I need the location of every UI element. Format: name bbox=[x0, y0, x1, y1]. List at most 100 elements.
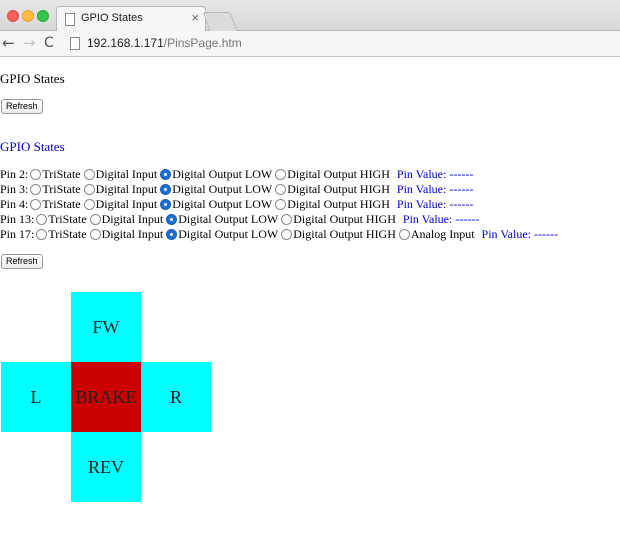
refresh-button-bottom[interactable]: Refresh bbox=[1, 254, 43, 269]
pin-mode-option[interactable]: Digital Input bbox=[89, 227, 164, 242]
pin-mode-option[interactable]: Digital Input bbox=[83, 167, 158, 182]
back-arrow-icon[interactable]: ← bbox=[2, 33, 15, 53]
pin-mode-option[interactable]: Digital Output HIGH bbox=[281, 227, 396, 242]
brake-label: BRAKE bbox=[75, 386, 137, 407]
radio-unchecked[interactable] bbox=[36, 214, 48, 225]
pin-mode-label: Digital Output LOW bbox=[172, 182, 273, 196]
left-button[interactable]: L bbox=[1, 362, 71, 432]
refresh-button-top[interactable]: Refresh bbox=[1, 99, 43, 114]
reverse-label: REV bbox=[88, 456, 124, 477]
radio-unchecked[interactable] bbox=[36, 229, 48, 240]
pin-mode-option[interactable]: Digital Input bbox=[83, 197, 158, 212]
page-icon bbox=[65, 13, 75, 26]
tab-title: GPIO States bbox=[81, 12, 143, 24]
pin-mode-option[interactable]: Digital Output HIGH bbox=[275, 167, 390, 182]
pin-mode-label: TriState bbox=[42, 167, 81, 181]
pin-mode-label: Digital Output HIGH bbox=[287, 197, 390, 211]
pin-mode-label: Digital Input bbox=[95, 197, 158, 211]
pin-mode-option[interactable]: TriState bbox=[30, 182, 81, 197]
pin-mode-option[interactable]: Digital Input bbox=[89, 212, 163, 227]
pin-mode-option[interactable]: Digital Output LOW bbox=[160, 182, 272, 197]
pin-mode-option[interactable]: TriState bbox=[36, 227, 87, 242]
pin-label: Pin 4: bbox=[0, 197, 29, 211]
browser-chrome: GPIO States × ← → C 192.168.1.171/PinsPa… bbox=[0, 0, 620, 57]
address-page-icon bbox=[70, 37, 80, 50]
pin-mode-label: Digital Output HIGH bbox=[293, 212, 396, 226]
url-host: 192.168.1.171 bbox=[87, 36, 164, 50]
pin-mode-label: TriState bbox=[42, 197, 81, 211]
radio-unchecked[interactable] bbox=[30, 184, 42, 195]
reverse-button[interactable]: REV bbox=[71, 432, 141, 502]
pin-mode-label: TriState bbox=[48, 227, 87, 241]
tab-close-icon[interactable]: × bbox=[191, 10, 199, 25]
pin-row: Pin 2: TriState Digital Input Digital Outpu… bbox=[0, 167, 473, 182]
address-bar[interactable]: 192.168.1.171/PinsPage.htm bbox=[87, 35, 242, 51]
pin-mode-option[interactable]: Digital Output LOW bbox=[160, 167, 272, 182]
radio-checked[interactable] bbox=[166, 214, 178, 225]
radio-unchecked[interactable] bbox=[275, 169, 287, 180]
page-title: GPIO States bbox=[0, 71, 65, 86]
forward-label: FW bbox=[92, 316, 120, 337]
pin-mode-label: Digital Output HIGH bbox=[293, 227, 396, 241]
brake-button[interactable]: BRAKE bbox=[71, 362, 141, 432]
browser-toolbar: ← → C 192.168.1.171/PinsPage.htm bbox=[0, 31, 620, 57]
radio-checked[interactable] bbox=[160, 199, 172, 210]
section-heading: GPIO States bbox=[0, 139, 65, 154]
pin-mode-option[interactable]: TriState bbox=[30, 167, 81, 182]
pin-mode-label: TriState bbox=[42, 182, 81, 196]
pin-mode-option[interactable]: Digital Output HIGH bbox=[281, 212, 396, 227]
radio-unchecked[interactable] bbox=[275, 199, 287, 210]
pin-mode-option[interactable]: Digital Output LOW bbox=[166, 212, 278, 227]
browser-tab[interactable]: GPIO States × bbox=[56, 6, 206, 32]
pin-mode-option[interactable]: TriState bbox=[36, 212, 87, 227]
radio-unchecked[interactable] bbox=[83, 169, 95, 180]
pin-mode-option[interactable]: Digital Output LOW bbox=[160, 197, 272, 212]
close-window-button[interactable] bbox=[7, 10, 19, 22]
minimize-window-button[interactable] bbox=[22, 10, 34, 22]
right-button[interactable]: R bbox=[141, 362, 211, 432]
pin-mode-label: Digital Output LOW bbox=[172, 167, 273, 181]
radio-unchecked[interactable] bbox=[275, 184, 287, 195]
radio-checked[interactable] bbox=[166, 229, 178, 240]
radio-unchecked[interactable] bbox=[89, 229, 101, 240]
radio-unchecked[interactable] bbox=[83, 199, 95, 210]
radio-unchecked[interactable] bbox=[89, 214, 101, 225]
zoom-window-button[interactable] bbox=[37, 10, 49, 22]
right-label: R bbox=[169, 386, 182, 407]
radio-unchecked[interactable] bbox=[398, 229, 410, 240]
radio-checked[interactable] bbox=[160, 169, 172, 180]
pin-value: Pin Value: ------ bbox=[402, 212, 480, 226]
radio-unchecked[interactable] bbox=[83, 184, 95, 195]
pin-mode-option[interactable]: Digital Output HIGH bbox=[275, 197, 390, 212]
pin-mode-option[interactable]: TriState bbox=[30, 197, 81, 212]
reload-icon[interactable]: C bbox=[44, 33, 54, 53]
pin-row: Pin 13: TriState Digital Input Digital Outp… bbox=[0, 212, 479, 227]
pin-mode-option[interactable]: Digital Output LOW bbox=[166, 227, 278, 242]
forward-arrow-icon[interactable]: → bbox=[23, 33, 36, 53]
radio-checked[interactable] bbox=[160, 184, 172, 195]
radio-unchecked[interactable] bbox=[281, 214, 293, 225]
pin-mode-label: Digital Input bbox=[95, 167, 158, 181]
url-path: /PinsPage.htm bbox=[163, 36, 242, 50]
pin-row: Pin 17: TriState Digital Input Digital Outp… bbox=[0, 227, 558, 242]
pin-value: Pin Value: ------ bbox=[481, 227, 558, 241]
pin-mode-label: Digital Input bbox=[101, 227, 164, 241]
pin-mode-label: Digital Output LOW bbox=[172, 197, 273, 211]
pin-row: Pin 3: TriState Digital Input Digital Outpu… bbox=[0, 182, 473, 197]
pin-row: Pin 4: TriState Digital Input Digital Outpu… bbox=[0, 197, 473, 212]
pin-label: Pin 17: bbox=[0, 227, 35, 241]
radio-unchecked[interactable] bbox=[281, 229, 293, 240]
pin-mode-label: Digital Output HIGH bbox=[287, 182, 390, 196]
radio-unchecked[interactable] bbox=[30, 169, 42, 180]
pin-mode-option[interactable]: Digital Output HIGH bbox=[275, 182, 390, 197]
radio-unchecked[interactable] bbox=[30, 199, 42, 210]
left-label: L bbox=[30, 386, 42, 407]
pin-mode-label: Analog Input bbox=[410, 227, 475, 241]
pin-mode-label: Digital Input bbox=[95, 182, 158, 196]
pin-mode-option[interactable]: Digital Input bbox=[83, 182, 158, 197]
new-tab-button[interactable] bbox=[202, 12, 238, 31]
forward-button[interactable]: FW bbox=[71, 292, 141, 362]
tab-strip: GPIO States × bbox=[0, 0, 620, 32]
page-content: GPIO States Refresh GPIO States Pin 2: Tr… bbox=[0, 57, 620, 550]
pin-mode-option[interactable]: Analog Input bbox=[398, 227, 475, 242]
